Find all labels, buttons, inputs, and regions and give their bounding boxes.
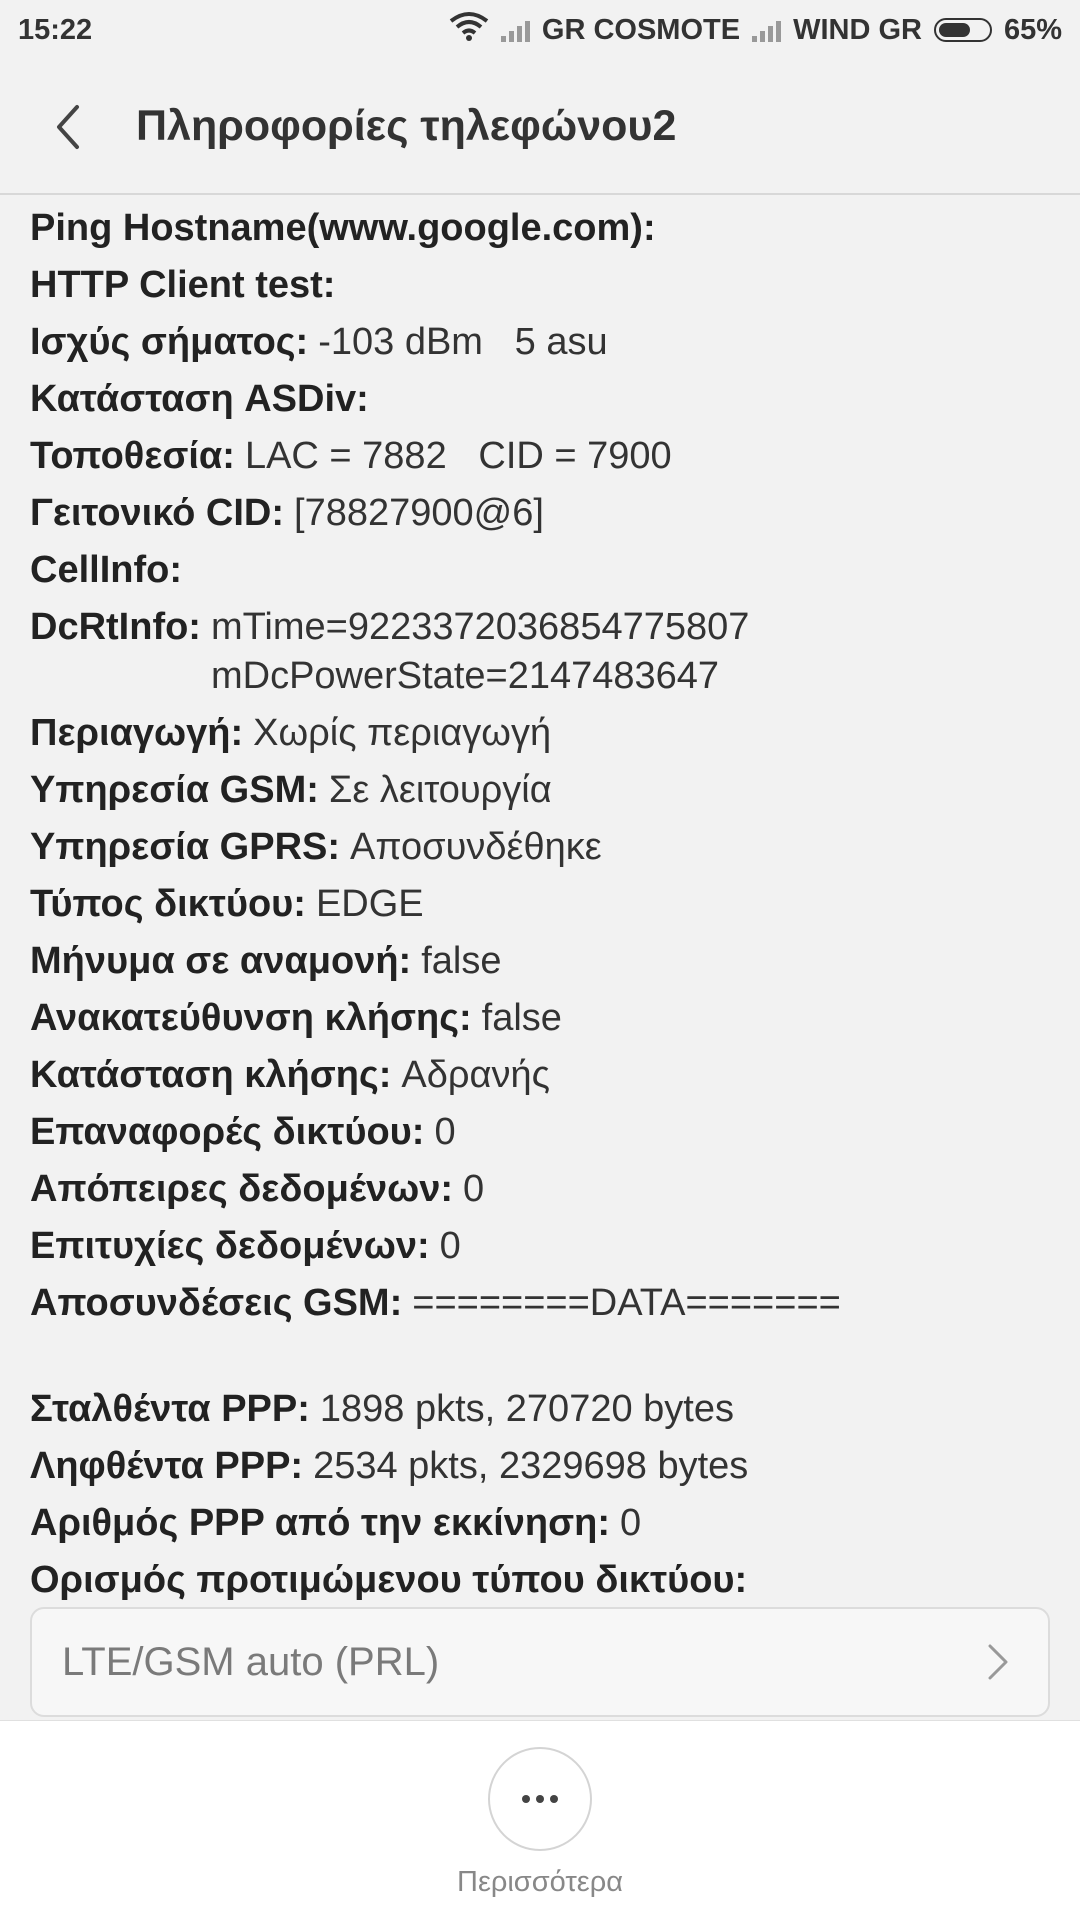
info-row-neighbor-cid: Γειτονικό CID: [78827900@6]: [30, 485, 1050, 542]
info-row-ping: Ping Hostname(www.google.com):: [30, 200, 1050, 257]
more-label: Περισσότερα: [457, 1866, 623, 1898]
status-icons: GR COSMOTE WIND GR 65%: [449, 11, 1080, 49]
info-row-data-success: Επιτυχίες δεδομένων: 0: [30, 1218, 1050, 1275]
info-value: -103 dBm 5 asu: [318, 321, 608, 363]
info-label: Μήνυμα σε αναμονή:: [30, 940, 412, 982]
page-title: Πληροφορίες τηλεφώνου2: [136, 102, 677, 150]
carrier-2: WIND GR: [793, 13, 922, 46]
info-label: Απόπειρες δεδομένων:: [30, 1168, 453, 1210]
info-row-preferred-network: Ορισμός προτιμώμενου τύπου δικτύου:: [30, 1552, 1050, 1609]
info-row-data-attempts: Απόπειρες δεδομένων: 0: [30, 1161, 1050, 1218]
info-label: Κατάσταση ASDiv:: [30, 378, 369, 420]
info-label: Ping Hostname(www.google.com):: [30, 207, 656, 249]
info-value: 1898 pkts, 270720 bytes: [319, 1388, 734, 1430]
bottom-bar: Περισσότερα: [0, 1720, 1080, 1921]
info-label: Επαναφορές δικτύου:: [30, 1111, 425, 1153]
preferred-network-select[interactable]: LTE/GSM auto (PRL): [30, 1607, 1050, 1717]
info-value: mTime=9223372036854775807 mDcPowerState=…: [210, 606, 750, 697]
info-row-message-waiting: Μήνυμα σε αναμονή: false: [30, 933, 1050, 990]
info-value: false: [481, 997, 562, 1039]
info-label: Αποσυνδέσεις GSM:: [30, 1282, 403, 1324]
preferred-network-value: LTE/GSM auto (PRL): [62, 1639, 440, 1684]
battery-percent: 65%: [1003, 13, 1062, 46]
info-label: Υπηρεσία GSM:: [30, 769, 319, 811]
info-label: Αριθμός PPP από την εκκίνηση:: [30, 1502, 611, 1544]
info-label: Περιαγωγή:: [30, 712, 244, 754]
info-value: 2534 pkts, 2329698 bytes: [313, 1445, 749, 1487]
info-row-http: HTTP Client test:: [30, 257, 1050, 314]
info-row-gsm-disconnects: Αποσυνδέσεις GSM: ========DATA=======: [30, 1275, 1050, 1332]
signal-icon: [500, 18, 530, 42]
info-label: Ληφθέντα PPP:: [30, 1445, 304, 1487]
info-row-roaming: Περιαγωγή: Χωρίς περιαγωγή: [30, 705, 1050, 762]
info-label: DcRtInfo:: [30, 606, 201, 648]
info-value: 0: [439, 1225, 461, 1267]
info-row-location: Τοποθεσία: LAC = 7882 CID = 7900: [30, 428, 1050, 485]
info-row-cellinfo: CellInfo:: [30, 542, 1050, 599]
info-label: Ισχύς σήματος:: [30, 321, 309, 363]
info-row-dcrtinfo: DcRtInfo: mTime=9223372036854775807 mDcP…: [30, 599, 1050, 705]
phone-info-list: Ping Hostname(www.google.com): HTTP Clie…: [30, 200, 1050, 1609]
carrier-1: GR COSMOTE: [541, 13, 741, 46]
info-label: Υπηρεσία GPRS:: [30, 826, 341, 868]
info-row-ppp-count: Αριθμός PPP από την εκκίνηση: 0: [30, 1495, 1050, 1552]
more-dots-icon: [522, 1795, 558, 1803]
signal-icon: [752, 18, 782, 42]
info-row-network-type: Τύπος δικτύου: EDGE: [30, 876, 1050, 933]
info-label: HTTP Client test:: [30, 264, 336, 306]
info-label: Ορισμός προτιμώμενου τύπου δικτύου:: [30, 1559, 748, 1601]
info-value: false: [421, 940, 502, 982]
info-row-gprs: Υπηρεσία GPRS: Αποσυνδέθηκε: [30, 819, 1050, 876]
more-button[interactable]: [488, 1747, 592, 1851]
info-value: Αποσυνδέθηκε: [350, 826, 602, 868]
info-row-gsm: Υπηρεσία GSM: Σε λειτουργία: [30, 762, 1050, 819]
info-row-asdiv: Κατάσταση ASDiv:: [30, 371, 1050, 428]
battery-icon: [933, 18, 992, 42]
info-row-signal: Ισχύς σήματος: -103 dBm 5 asu: [30, 314, 1050, 371]
info-label: Ανακατεύθυνση κλήσης:: [30, 997, 472, 1039]
info-row-ppp-received: Ληφθέντα PPP: 2534 pkts, 2329698 bytes: [30, 1438, 1050, 1495]
app-header: Πληροφορίες τηλεφώνου2: [0, 60, 1080, 195]
info-value: Σε λειτουργία: [328, 769, 552, 811]
info-row-call-forward: Ανακατεύθυνση κλήσης: false: [30, 990, 1050, 1047]
info-value: Χωρίς περιαγωγή: [253, 712, 552, 754]
status-bar: 15:22 GR COSMOTE WIND GR 65%: [0, 0, 1080, 60]
info-value: 0: [463, 1168, 485, 1210]
info-value: 0: [434, 1111, 456, 1153]
info-label: Γειτονικό CID:: [30, 492, 285, 534]
info-row-ppp-sent: Σταλθέντα PPP: 1898 pkts, 270720 bytes: [30, 1381, 1050, 1438]
info-value: 0: [620, 1502, 642, 1544]
info-value: [78827900@6]: [294, 492, 544, 534]
info-label: CellInfo:: [30, 549, 182, 591]
info-value: EDGE: [315, 883, 424, 925]
back-arrow-icon: [57, 104, 79, 149]
chevron-right-icon: [988, 1644, 1008, 1680]
info-row-network-resets: Επαναφορές δικτύου: 0: [30, 1104, 1050, 1161]
wifi-icon: [449, 11, 489, 49]
status-time: 15:22: [18, 13, 93, 46]
info-label: Σταλθέντα PPP:: [30, 1388, 310, 1430]
info-value: LAC = 7882 CID = 7900: [244, 435, 672, 477]
info-row-call-state: Κατάσταση κλήσης: Αδρανής: [30, 1047, 1050, 1104]
info-value: Αδρανής: [401, 1054, 550, 1096]
back-button[interactable]: [38, 97, 98, 157]
info-value: ========DATA=======: [412, 1282, 841, 1324]
info-label: Τοποθεσία:: [30, 435, 235, 477]
info-label: Επιτυχίες δεδομένων:: [30, 1225, 430, 1267]
info-label: Τύπος δικτύου:: [30, 883, 306, 925]
info-label: Κατάσταση κλήσης:: [30, 1054, 392, 1096]
